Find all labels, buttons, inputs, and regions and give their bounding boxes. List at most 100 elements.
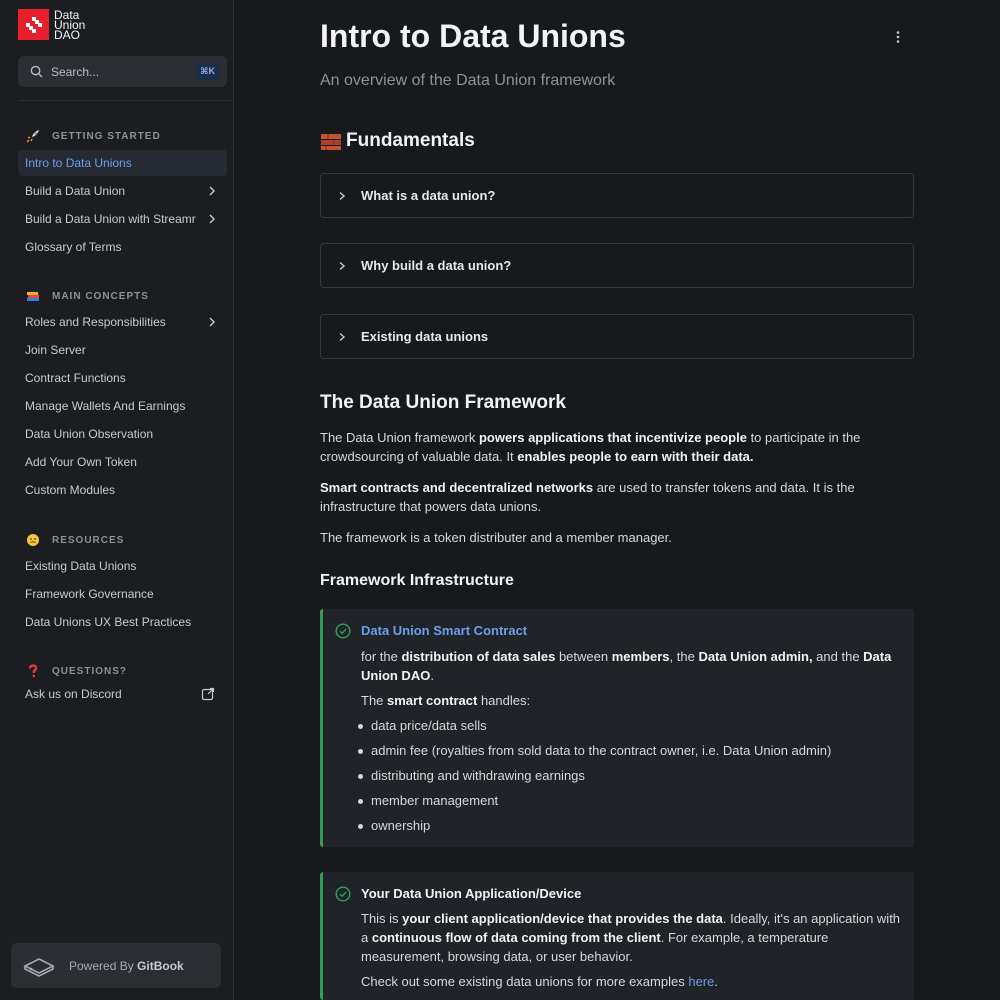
sidebar-item-build[interactable]: Build a Data Union (18, 178, 227, 204)
more-options-icon[interactable] (890, 29, 906, 45)
sidebar-divider (18, 100, 233, 101)
chevron-right-icon[interactable] (206, 316, 218, 328)
sidebar-item-label: Join Server (25, 343, 86, 357)
powered-by-gitbook[interactable]: Powered By GitBook (11, 943, 221, 988)
text: for the (361, 649, 402, 664)
text: . (430, 668, 434, 683)
sidebar-item-discord[interactable]: Ask us on Discord (18, 681, 227, 707)
accordion-what-is[interactable]: What is a data union? (320, 173, 914, 218)
text: . (714, 974, 718, 989)
sidebar-item-wallets[interactable]: Manage Wallets And Earnings (18, 393, 227, 419)
search-placeholder: Search... (51, 64, 100, 79)
paragraph-framework-intro: The Data Union framework powers applicat… (320, 428, 900, 466)
accordion-existing[interactable]: Existing data unions (320, 314, 914, 359)
hint-application: Your Data Union Application/Device This … (320, 872, 914, 1000)
text: , the (669, 649, 699, 664)
text: Check out some existing data unions for … (361, 974, 689, 989)
text-strong: enables people to earn with their data. (517, 449, 754, 464)
chevron-right-icon[interactable] (206, 213, 218, 225)
sidebar-item-label: Contract Functions (25, 371, 126, 385)
sidebar-item-label: Glossary of Terms (25, 240, 122, 254)
hint-text: This is your client application/device t… (361, 909, 901, 966)
books-icon (25, 288, 41, 304)
sidebar-item-observation[interactable]: Data Union Observation (18, 421, 227, 447)
sidebar-item-label: Existing Data Unions (25, 559, 137, 573)
sidebar-item-label: Custom Modules (25, 483, 116, 497)
heading-text: Fundamentals (346, 130, 475, 151)
sidebar-item-roles[interactable]: Roles and Responsibilities (18, 309, 227, 335)
sidebar-item-label: Framework Governance (25, 587, 154, 601)
hint-title-link[interactable]: Data Union Smart Contract (361, 623, 527, 638)
accordion-label: What is a data union? (361, 188, 496, 203)
sidebar-item-token[interactable]: Add Your Own Token (18, 449, 227, 475)
hint-smart-contract: Data Union Smart Contract for the distri… (320, 609, 914, 847)
sidebar-item-custom-modules[interactable]: Custom Modules (18, 477, 227, 503)
question-icon (25, 663, 41, 679)
powered-brand: GitBook (137, 958, 184, 973)
sidebar-item-label: Roles and Responsibilities (25, 315, 166, 329)
external-link-icon[interactable] (201, 687, 215, 701)
check-circle-icon (335, 623, 351, 639)
text-strong: your client application/device that prov… (402, 911, 723, 926)
hint-text: The smart contract handles: (361, 691, 901, 710)
paragraph-smart-contracts: Smart contracts and decentralized networ… (320, 478, 900, 516)
sidebar-item-intro[interactable]: Intro to Data Unions (18, 150, 227, 176)
sidebar-item-label: Build a Data Union with Streamr (25, 212, 196, 226)
page-title: Intro to Data Unions (320, 18, 626, 54)
sidebar-item-build-streamr[interactable]: Build a Data Union with Streamr (18, 206, 227, 232)
here-link[interactable]: here (688, 974, 714, 989)
chevron-right-icon (339, 261, 346, 270)
hint-text: Check out some existing data unions for … (361, 972, 901, 991)
section-title: MAIN CONCEPTS (52, 290, 149, 302)
sidebar-item-label: Build a Data Union (25, 184, 126, 198)
sidebar-item-ux[interactable]: Data Unions UX Best Practices (18, 609, 227, 635)
sidebar-item-label: Data Unions UX Best Practices (25, 615, 192, 629)
hint-text: for the distribution of data sales betwe… (361, 647, 901, 685)
heading-framework[interactable]: The Data Union Framework (320, 392, 566, 414)
sidebar-item-label: Data Union Observation (25, 427, 154, 441)
sidebar-item-existing[interactable]: Existing Data Unions (18, 553, 227, 579)
accordion-why-build[interactable]: Why build a data union? (320, 243, 914, 288)
sidebar-item-join-server[interactable]: Join Server (18, 337, 227, 363)
app: Data Union DAO Search... ⌘K GETTING STAR… (0, 0, 1000, 1000)
text-strong: Smart contracts and decentralized networ… (320, 480, 594, 495)
text: The Data Union framework (320, 430, 479, 445)
text-strong: distribution of data sales (401, 649, 556, 664)
list-item: distributing and withdrawing earnings (358, 768, 585, 783)
list-item: data price/data sells (358, 718, 487, 733)
list-item: admin fee (royalties from sold data to t… (357, 743, 832, 758)
sidebar-item-governance[interactable]: Framework Governance (18, 581, 227, 607)
chevron-right-icon (339, 332, 346, 341)
paragraph-framework-role: The framework is a token distributer and… (320, 530, 672, 545)
sidebar-item-contract-functions[interactable]: Contract Functions (18, 365, 227, 391)
sidebar-item-glossary[interactable]: Glossary of Terms (18, 234, 227, 260)
heading-fundamentals[interactable]: Fundamentals (320, 130, 475, 152)
text-strong: smart contract (387, 693, 478, 708)
logo-text: Data Union DAO (54, 9, 85, 41)
powered-prefix: Powered By (69, 958, 134, 973)
section-main-concepts: MAIN CONCEPTS (25, 288, 149, 304)
sidebar-item-label: Add Your Own Token (25, 455, 137, 469)
text: This is (361, 911, 403, 926)
logo[interactable]: Data Union DAO (18, 9, 85, 41)
accordion-label: Why build a data union? (361, 258, 512, 273)
sidebar-item-label: Intro to Data Unions (25, 156, 132, 170)
text: and the (812, 649, 864, 664)
chevron-right-icon (339, 191, 346, 200)
section-getting-started: GETTING STARTED (25, 128, 161, 144)
section-title: GETTING STARTED (52, 130, 161, 142)
text: The (361, 693, 388, 708)
check-circle-icon (335, 886, 351, 902)
chevron-right-icon[interactable] (206, 185, 218, 197)
bricks-icon (321, 134, 341, 150)
section-title: RESOURCES (52, 534, 125, 546)
sidebar: Data Union DAO Search... ⌘K GETTING STAR… (0, 0, 234, 1000)
heading-infrastructure[interactable]: Framework Infrastructure (320, 572, 514, 590)
section-questions: QUESTIONS? (25, 663, 127, 679)
face-icon (25, 532, 41, 548)
text-strong: Data Union admin, (698, 649, 813, 664)
text-strong: powers applications that incentivize peo… (478, 430, 747, 445)
search-shortcut-badge: ⌘K (196, 63, 219, 80)
search-input[interactable]: Search... ⌘K (18, 56, 227, 87)
text: between (555, 649, 612, 664)
